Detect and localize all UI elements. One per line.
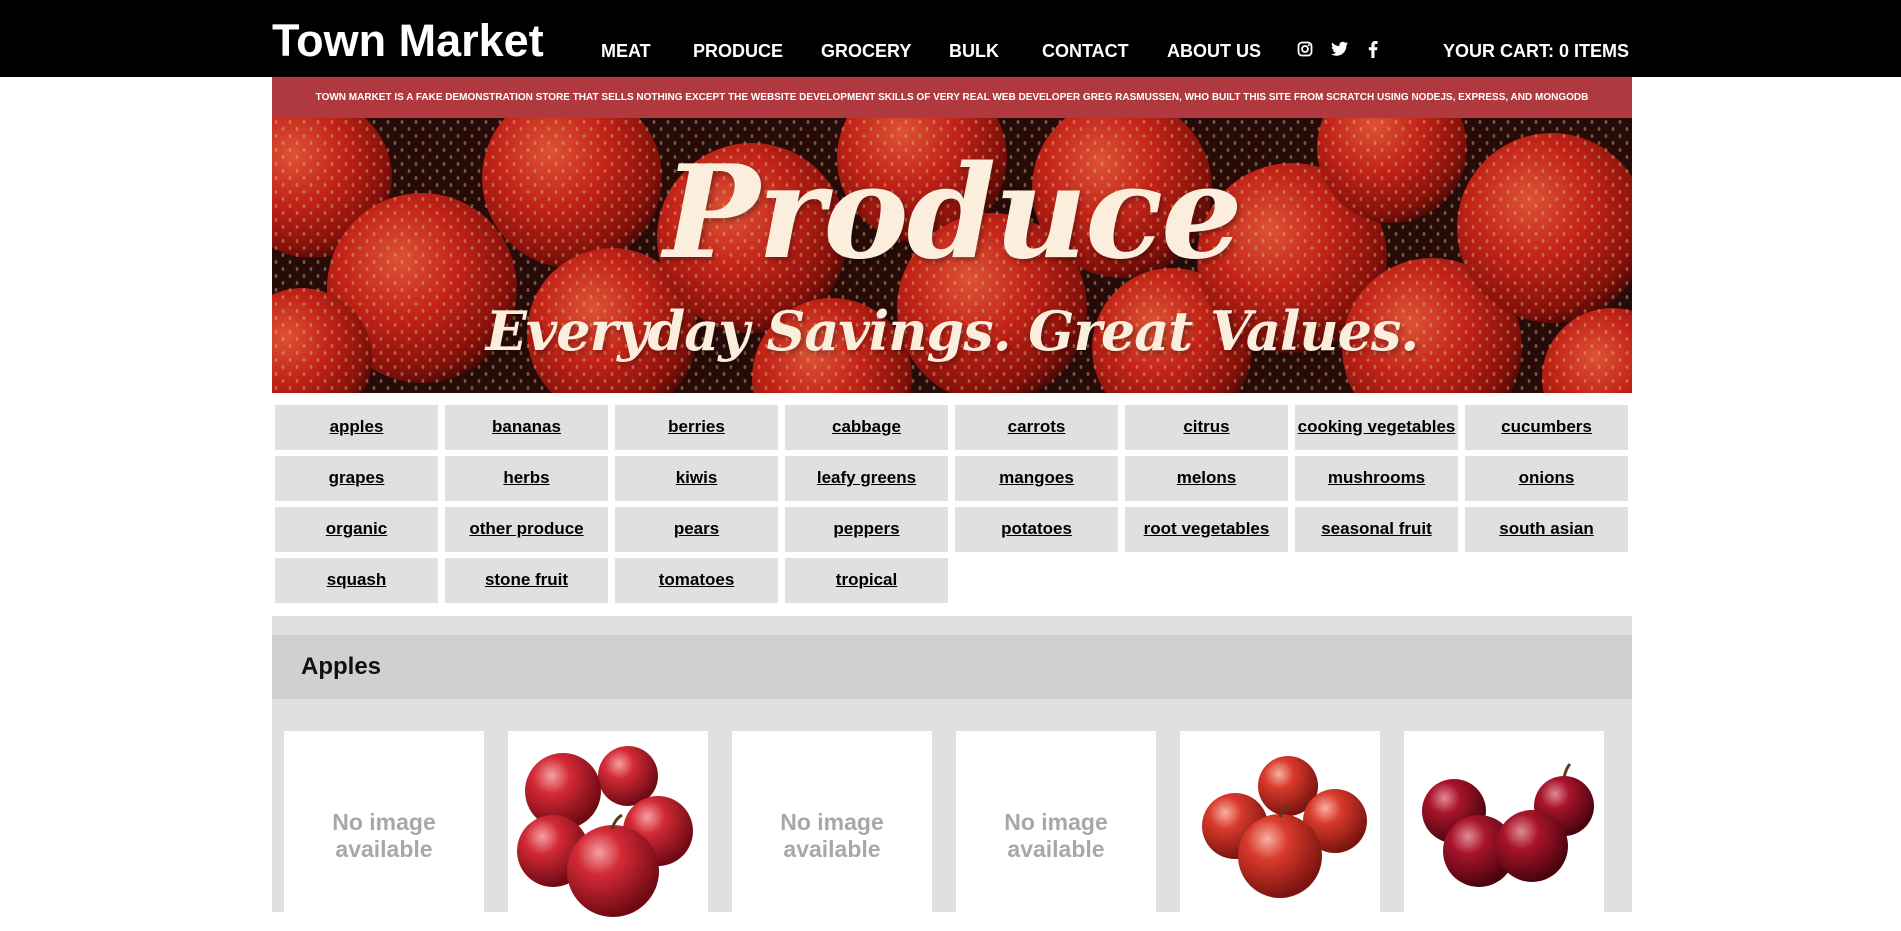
demo-notice-banner: TOWN MARKET IS A FAKE DEMONSTRATION STOR… <box>272 77 1632 118</box>
apples-image <box>517 746 693 917</box>
no-image-placeholder: No image available <box>956 809 1156 863</box>
category-seasonal-fruit[interactable]: seasonal fruit <box>1295 507 1458 552</box>
nav-produce[interactable]: PRODUCE <box>693 41 783 62</box>
product-card[interactable]: No image available <box>732 731 932 931</box>
category-organic[interactable]: organic <box>275 507 438 552</box>
no-image-text-line1: No image <box>332 809 436 835</box>
category-stone-fruit[interactable]: stone fruit <box>445 558 608 603</box>
nav-contact[interactable]: CONTACT <box>1042 41 1129 62</box>
site-logo[interactable]: Town Market <box>272 16 544 66</box>
category-cabbage[interactable]: cabbage <box>785 405 948 450</box>
apples-image <box>1202 756 1367 898</box>
cart-link[interactable]: YOUR CART: 0 ITEMS <box>1443 41 1629 62</box>
section-header: Apples <box>272 635 1632 699</box>
category-cooking-vegetables[interactable]: cooking vegetables <box>1295 405 1458 450</box>
hero-title: Produce <box>663 138 1243 288</box>
category-cucumbers[interactable]: cucumbers <box>1465 405 1628 450</box>
no-image-placeholder: No image available <box>732 809 932 863</box>
nav-meat[interactable]: MEAT <box>601 41 651 62</box>
category-pears[interactable]: pears <box>615 507 778 552</box>
product-card[interactable]: No image available <box>284 731 484 931</box>
category-carrots[interactable]: carrots <box>955 405 1118 450</box>
category-tomatoes[interactable]: tomatoes <box>615 558 778 603</box>
category-apples[interactable]: apples <box>275 405 438 450</box>
category-south-asian[interactable]: south asian <box>1465 507 1628 552</box>
hero-subtitle: Everyday Savings. Great Values. <box>485 299 1419 363</box>
product-section-apples: Apples No image available No image avail… <box>272 616 1632 931</box>
product-card[interactable] <box>508 731 708 931</box>
category-peppers[interactable]: peppers <box>785 507 948 552</box>
no-image-text-line2: available <box>335 836 433 862</box>
category-mushrooms[interactable]: mushrooms <box>1295 456 1458 501</box>
category-tropical[interactable]: tropical <box>785 558 948 603</box>
category-citrus[interactable]: citrus <box>1125 405 1288 450</box>
no-image-text-line1: No image <box>1004 809 1108 835</box>
category-onions[interactable]: onions <box>1465 456 1628 501</box>
no-image-placeholder: No image available <box>284 809 484 863</box>
section-title: Apples <box>301 653 382 680</box>
category-bananas[interactable]: bananas <box>445 405 608 450</box>
nav-about-us[interactable]: ABOUT US <box>1167 41 1261 62</box>
category-mangoes[interactable]: mangoes <box>955 456 1118 501</box>
category-berries[interactable]: berries <box>615 405 778 450</box>
category-potatoes[interactable]: potatoes <box>955 507 1118 552</box>
category-leafy-greens[interactable]: leafy greens <box>785 456 948 501</box>
facebook-icon[interactable] <box>1368 41 1378 63</box>
product-card[interactable]: No image available <box>956 731 1156 931</box>
category-herbs[interactable]: herbs <box>445 456 608 501</box>
category-grapes[interactable]: grapes <box>275 456 438 501</box>
apples-image <box>1422 762 1594 887</box>
twitter-icon[interactable] <box>1331 41 1349 62</box>
nav-bulk[interactable]: BULK <box>949 41 999 62</box>
product-card[interactable] <box>1180 731 1380 931</box>
category-other-produce[interactable]: other produce <box>445 507 608 552</box>
category-squash[interactable]: squash <box>275 558 438 603</box>
category-kiwis[interactable]: kiwis <box>615 456 778 501</box>
nav-grocery[interactable]: GROCERY <box>821 41 911 62</box>
instagram-icon[interactable] <box>1297 41 1313 62</box>
category-root-vegetables[interactable]: root vegetables <box>1125 507 1288 552</box>
hero-banner: Produce Everyday Savings. Great Values. <box>272 118 1632 393</box>
product-card[interactable] <box>1404 731 1604 931</box>
category-melons[interactable]: melons <box>1125 456 1288 501</box>
no-image-text-line2: available <box>1007 836 1105 862</box>
no-image-text-line1: No image <box>780 809 884 835</box>
no-image-text-line2: available <box>783 836 881 862</box>
